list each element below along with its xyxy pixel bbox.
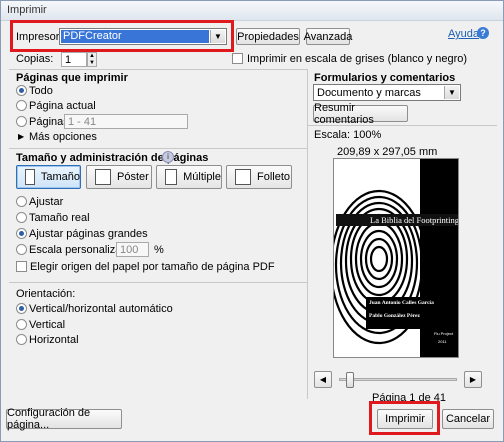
tab-booklet-label: Folleto (257, 171, 291, 183)
properties-button[interactable]: Propiedades (236, 28, 300, 45)
print-dialog: Imprimir Impresora: PDFCreator ▼ Propied… (0, 0, 504, 442)
pages-range-radio[interactable] (16, 116, 27, 127)
actual-size-label: Tamaño real (29, 212, 90, 224)
fit-label: Ajustar (29, 196, 64, 208)
summarize-comments-button[interactable]: Resumir comentarios (313, 102, 408, 126)
page-slider-track[interactable] (339, 372, 457, 388)
fit-radio[interactable] (16, 196, 27, 207)
help-icon[interactable]: ? (477, 27, 489, 39)
poster-icon (95, 169, 111, 185)
advanced-button[interactable]: Avanzada (304, 28, 352, 45)
preview-publisher: Flu Project (434, 331, 454, 336)
preview-year: 2011 (438, 339, 447, 344)
tab-multiple-label: Múltiple (183, 171, 221, 183)
preview-dimensions: 209,89 x 297,05 mm (337, 146, 438, 158)
preview-author-1: Juan Antonio Calles García (369, 300, 434, 306)
cancel-button[interactable]: Cancelar (442, 409, 494, 429)
chevron-down-icon: ▼ (444, 86, 459, 99)
page-setup-button[interactable]: Configuración de página... (6, 407, 122, 431)
copies-input[interactable]: 1 (61, 52, 87, 67)
page-slider-thumb[interactable] (346, 372, 354, 388)
copies-stepper[interactable]: ▲ ▼ (87, 52, 97, 67)
help-link[interactable]: Ayuda (448, 28, 479, 40)
preview-page: La Biblia del Footprinting Juan Antonio … (333, 158, 459, 358)
size-icon (25, 169, 35, 185)
pages-all-label: Todo (29, 85, 53, 97)
title-bar: Imprimir (1, 1, 503, 21)
tab-multiple[interactable]: Múltiple (156, 165, 222, 189)
comments-select[interactable]: Documento y marcas ▼ (313, 84, 461, 101)
copies-label: Copias: (16, 53, 54, 65)
next-page-button[interactable]: ▶ (464, 371, 482, 388)
pages-current-radio[interactable] (16, 100, 27, 111)
shrink-radio[interactable] (16, 228, 27, 239)
paper-source-checkbox[interactable] (16, 261, 27, 272)
grayscale-label: Imprimir en escala de grises (blanco y n… (247, 53, 468, 65)
tab-poster-label: Póster (117, 171, 149, 183)
tab-size-label: Tamaño (40, 171, 80, 183)
orientation-auto-label: Vertical/horizontal automático (29, 303, 173, 315)
orientation-landscape-label: Horizontal (29, 334, 79, 346)
info-icon[interactable]: i (162, 151, 174, 163)
pages-range-input[interactable]: 1 - 41 (64, 114, 188, 129)
tab-booklet[interactable]: Folleto (226, 165, 292, 189)
actual-size-radio[interactable] (16, 212, 27, 223)
orientation-landscape-radio[interactable] (16, 334, 27, 345)
orientation-auto-radio[interactable] (16, 303, 27, 314)
preview-scale: Escala: 100% (314, 129, 382, 141)
grayscale-checkbox[interactable] (232, 53, 243, 64)
pages-current-label: Página actual (29, 100, 96, 112)
pages-title: Páginas que imprimir (16, 72, 128, 84)
percent-sign: % (154, 244, 164, 256)
preview-doc-title: La Biblia del Footprinting (336, 214, 458, 226)
sizing-title: Tamaño y administración de páginas (16, 152, 209, 164)
tab-poster[interactable]: Póster (86, 165, 152, 189)
printer-highlight (10, 20, 234, 52)
orientation-title: Orientación: (16, 288, 76, 300)
custom-scale-input[interactable]: 100 (116, 242, 149, 257)
window-title: Imprimir (7, 4, 47, 16)
triangle-right-icon[interactable]: ▶ (18, 132, 24, 141)
pages-range-label: Páginas (29, 116, 69, 128)
more-options-link[interactable]: Más opciones (29, 131, 97, 143)
preview-author-2: Pablo González Pérez (369, 313, 420, 319)
multiple-icon (165, 169, 178, 185)
orientation-portrait-label: Vertical (29, 319, 66, 331)
custom-scale-radio[interactable] (16, 244, 27, 255)
pages-all-radio[interactable] (16, 85, 27, 96)
shrink-label: Ajustar páginas grandes (29, 228, 148, 240)
tab-size[interactable]: Tamaño (16, 165, 81, 189)
previous-page-button[interactable]: ◀ (314, 371, 332, 388)
print-highlight (369, 401, 440, 435)
comments-title: Formularios y comentarios (314, 72, 456, 84)
orientation-portrait-radio[interactable] (16, 319, 27, 330)
booklet-icon (235, 169, 251, 185)
comments-select-value: Documento y marcas (317, 87, 421, 99)
paper-source-label: Elegir origen del papel por tamaño de pá… (30, 261, 275, 273)
